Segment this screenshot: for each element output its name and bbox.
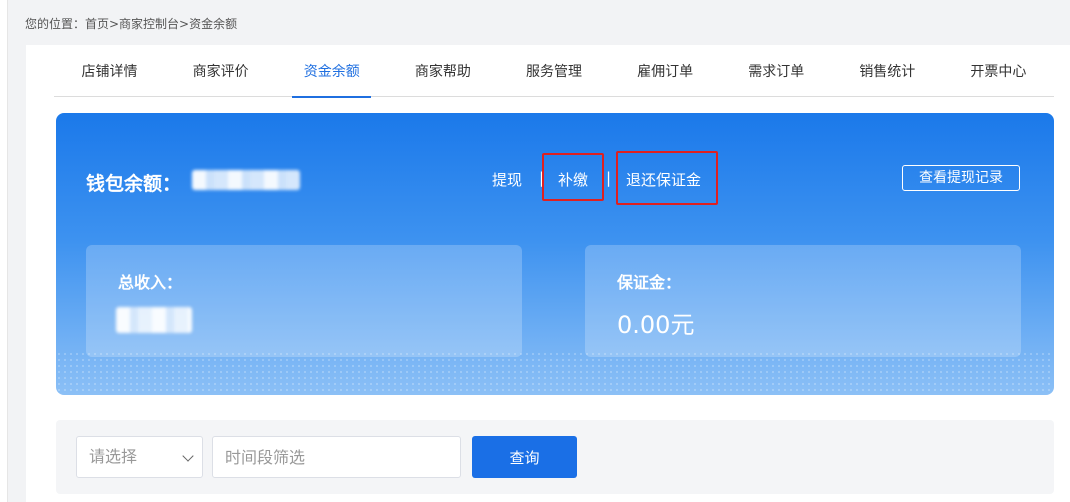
deposit-value: 0.00元	[617, 311, 695, 339]
tab-invoice-center[interactable]: 开票中心	[943, 45, 1054, 97]
main-panel: 店铺详情 商家评价 资金余额 商家帮助 服务管理 雇佣订单 需求订单 销售统计 …	[26, 45, 1070, 502]
tab-merchant-reviews[interactable]: 商家评价	[165, 45, 276, 97]
tab-service-management[interactable]: 服务管理	[498, 45, 609, 97]
type-select-value: 请选择	[89, 447, 138, 466]
query-button[interactable]: 查询	[472, 436, 577, 478]
date-range-input[interactable]	[212, 436, 461, 478]
highlight-box-refund-deposit	[616, 151, 718, 205]
total-income-label: 总收入：	[118, 273, 183, 292]
wallet-balance-redacted	[192, 170, 300, 190]
highlight-box-supplement	[542, 153, 604, 201]
action-separator: |	[606, 169, 612, 187]
total-income-redacted	[116, 307, 192, 333]
tab-merchant-help[interactable]: 商家帮助	[387, 45, 498, 97]
wallet-banner: 钱包余额： 提现 | 补缴 | 退还保证金 查看提现记录 总收入： 保证金： 0…	[56, 113, 1054, 395]
breadcrumb: 您的位置：首页>商家控制台>资金余额	[25, 17, 238, 31]
deposit-card: 保证金： 0.00元	[585, 245, 1021, 357]
left-sidebar-edge	[0, 0, 8, 502]
view-withdraw-records-button[interactable]: 查看提现记录	[902, 165, 1020, 191]
tab-sales-statistics[interactable]: 销售统计	[832, 45, 943, 97]
type-select[interactable]: 请选择	[76, 436, 203, 478]
total-income-card: 总收入：	[86, 245, 522, 357]
withdraw-link[interactable]: 提现	[492, 169, 522, 190]
filter-bar: 请选择 查询	[56, 420, 1054, 494]
tab-store-details[interactable]: 店铺详情	[54, 45, 165, 97]
tab-demand-orders[interactable]: 需求订单	[721, 45, 832, 97]
deposit-label: 保证金：	[617, 273, 682, 292]
tab-bar: 店铺详情 商家评价 资金余额 商家帮助 服务管理 雇佣订单 需求订单 销售统计 …	[54, 45, 1054, 98]
tab-fund-balance[interactable]: 资金余额	[276, 45, 387, 98]
wallet-balance-label: 钱包余额：	[86, 173, 182, 195]
decorative-dots	[56, 351, 1054, 395]
chevron-down-icon	[182, 450, 194, 462]
tab-hire-orders[interactable]: 雇佣订单	[610, 45, 721, 97]
